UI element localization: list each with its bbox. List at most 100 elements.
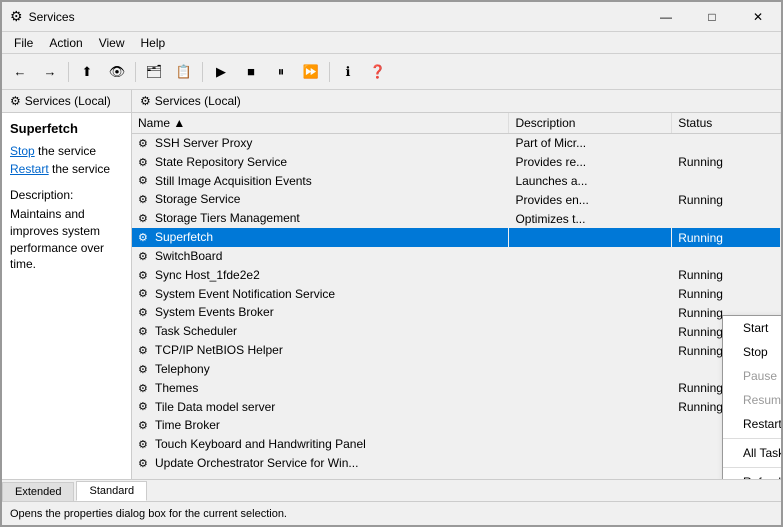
left-header-text: Services (Local) xyxy=(25,94,111,108)
service-name-cell: ⚙Telephony xyxy=(132,360,509,379)
maximize-button[interactable]: □ xyxy=(689,2,735,32)
menu-bar: File Action View Help xyxy=(2,32,781,54)
title-bar: ⚙ Services — □ ✕ xyxy=(2,2,781,32)
service-desc-cell xyxy=(509,322,672,341)
table-row[interactable]: ⚙Tile Data model serverRunning xyxy=(132,398,781,417)
description-section: Description: Maintains and improves syst… xyxy=(10,188,123,273)
table-row[interactable]: ⚙System Events BrokerRunning xyxy=(132,303,781,322)
service-name-cell: ⚙Tile Data model server xyxy=(132,398,509,417)
menu-help[interactable]: Help xyxy=(133,34,174,52)
service-desc-cell xyxy=(509,266,672,285)
service-desc-cell xyxy=(509,285,672,304)
table-row[interactable]: ⚙Telephony xyxy=(132,360,781,379)
col-description[interactable]: Description xyxy=(509,113,672,134)
toolbar-help[interactable]: ❓ xyxy=(364,58,392,86)
content-area: ⚙ Services (Local) Superfetch Stop the s… xyxy=(2,90,781,479)
table-header-row: Name ▲ Description Status xyxy=(132,113,781,134)
table-row[interactable]: ⚙Still Image Acquisition EventsLaunches … xyxy=(132,172,781,191)
service-desc-cell: Provides en... xyxy=(509,190,672,209)
left-header-icon: ⚙ xyxy=(10,94,21,108)
table-row[interactable]: ⚙SSH Server ProxyPart of Micr... xyxy=(132,134,781,153)
toolbar-back[interactable]: ← xyxy=(6,58,34,86)
toolbar-stop[interactable]: ■ xyxy=(237,58,265,86)
table-row[interactable]: ⚙Time Broker xyxy=(132,416,781,435)
menu-view[interactable]: View xyxy=(91,34,133,52)
service-name-cell: ⚙System Event Notification Service xyxy=(132,285,509,304)
description-text: Maintains and improves system performanc… xyxy=(10,206,123,273)
service-desc-cell xyxy=(509,303,672,322)
tab-extended[interactable]: Extended xyxy=(2,482,74,501)
context-menu-item-resume: Resume xyxy=(723,388,781,412)
toolbar-properties[interactable]: ℹ xyxy=(334,58,362,86)
col-name[interactable]: Name ▲ xyxy=(132,113,509,134)
service-name-cell: ⚙Sync Host_1fde2e2 xyxy=(132,266,509,285)
service-desc-cell xyxy=(509,454,672,473)
table-row[interactable]: ⚙TCP/IP NetBIOS HelperRunning xyxy=(132,341,781,360)
menu-file[interactable]: File xyxy=(6,34,41,52)
toolbar-restart[interactable]: ⏩ xyxy=(297,58,325,86)
table-row[interactable]: ⚙Storage Tiers ManagementOptimizes t... xyxy=(132,209,781,228)
service-status-cell xyxy=(672,247,781,266)
right-section-header: ⚙ Services (Local) xyxy=(132,90,781,113)
table-row[interactable]: ⚙ThemesRunning xyxy=(132,379,781,398)
toolbar-sep-1 xyxy=(68,62,69,82)
stop-service-text: the service xyxy=(35,144,96,158)
toolbar-show-hide[interactable]: 👁 xyxy=(103,58,131,86)
services-table: Name ▲ Description Status ⚙SSH Server Pr… xyxy=(132,113,781,473)
service-desc-cell: Launches a... xyxy=(509,172,672,191)
table-row[interactable]: ⚙Sync Host_1fde2e2 Running xyxy=(132,266,781,285)
status-text: Opens the properties dialog box for the … xyxy=(10,508,287,520)
service-status-cell: Running xyxy=(672,266,781,285)
context-menu-item-all-tasks[interactable]: All Tasks▶ xyxy=(723,441,781,465)
service-desc-cell: Provides re... xyxy=(509,153,672,172)
context-menu-item-refresh[interactable]: Refresh xyxy=(723,470,781,479)
menu-action[interactable]: Action xyxy=(41,34,90,52)
service-desc-cell xyxy=(509,360,672,379)
context-menu-separator xyxy=(723,438,781,439)
toolbar-disconnect[interactable]: 📋 xyxy=(170,58,198,86)
tab-standard[interactable]: Standard xyxy=(76,481,147,501)
service-name-cell: ⚙SwitchBoard xyxy=(132,247,509,266)
service-desc-cell: Part of Micr... xyxy=(509,134,672,153)
table-row[interactable]: ⚙SuperfetchRunning xyxy=(132,228,781,247)
toolbar: ← → ⬆ 👁 🗂 📋 ▶ ■ ⏸ ⏩ ℹ ❓ xyxy=(2,54,781,90)
toolbar-pause[interactable]: ⏸ xyxy=(267,58,295,86)
service-desc-cell xyxy=(509,398,672,417)
service-name-cell: ⚙Storage Service xyxy=(132,190,509,209)
context-menu-item-restart[interactable]: Restart xyxy=(723,412,781,436)
status-bar: Opens the properties dialog box for the … xyxy=(2,501,781,525)
service-status-cell xyxy=(672,134,781,153)
service-status-cell: Running xyxy=(672,228,781,247)
service-desc-cell xyxy=(509,435,672,454)
service-desc-cell xyxy=(509,228,672,247)
toolbar-sep-4 xyxy=(329,62,330,82)
restart-service-link[interactable]: Restart xyxy=(10,162,49,176)
col-status[interactable]: Status xyxy=(672,113,781,134)
table-row[interactable]: ⚙State Repository ServiceProvides re...R… xyxy=(132,153,781,172)
table-row[interactable]: ⚙Storage ServiceProvides en...Running xyxy=(132,190,781,209)
stop-service-link[interactable]: Stop xyxy=(10,144,35,158)
context-menu-separator xyxy=(723,467,781,468)
services-table-wrapper[interactable]: Name ▲ Description Status ⚙SSH Server Pr… xyxy=(132,113,781,479)
table-row[interactable]: ⚙Task SchedulerRunning xyxy=(132,322,781,341)
minimize-button[interactable]: — xyxy=(643,2,689,32)
service-name-cell: ⚙Storage Tiers Management xyxy=(132,209,509,228)
toolbar-forward[interactable]: → xyxy=(36,58,64,86)
context-menu-item-stop[interactable]: Stop xyxy=(723,340,781,364)
toolbar-play[interactable]: ▶ xyxy=(207,58,235,86)
table-row[interactable]: ⚙System Event Notification ServiceRunnin… xyxy=(132,285,781,304)
table-row[interactable]: ⚙Touch Keyboard and Handwriting Panel xyxy=(132,435,781,454)
right-section: ⚙ Services (Local) Name ▲ Description St… xyxy=(132,90,781,479)
toolbar-up[interactable]: ⬆ xyxy=(73,58,101,86)
restart-service-text: the service xyxy=(49,162,110,176)
table-row[interactable]: ⚙SwitchBoard xyxy=(132,247,781,266)
left-section-header: ⚙ Services (Local) xyxy=(2,90,131,113)
main-window: ⚙ Services — □ ✕ File Action View Help ←… xyxy=(0,0,783,527)
close-button[interactable]: ✕ xyxy=(735,2,781,32)
service-name-cell: ⚙Still Image Acquisition Events xyxy=(132,172,509,191)
context-menu-item-start[interactable]: Start xyxy=(723,316,781,340)
toolbar-map-drive[interactable]: 🗂 xyxy=(140,58,168,86)
right-header-icon: ⚙ xyxy=(140,94,151,108)
service-status-cell xyxy=(672,209,781,228)
table-row[interactable]: ⚙Update Orchestrator Service for Win... xyxy=(132,454,781,473)
